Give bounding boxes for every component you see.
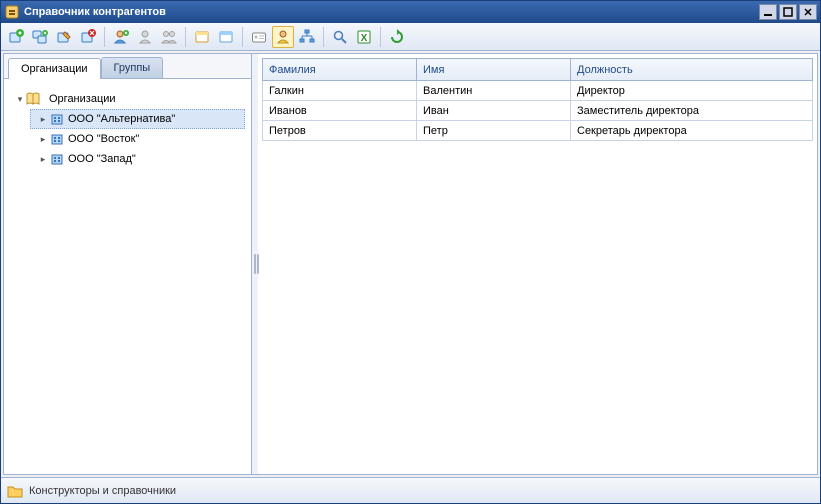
tree-root[interactable]: ▾ Организации [10,89,245,109]
toolbar-separator [323,27,324,47]
col-firstname[interactable]: Имя [417,59,571,81]
footer-label[interactable]: Конструкторы и справочники [29,485,176,497]
chevron-right-icon[interactable]: ▸ [37,153,49,165]
chevron-right-icon[interactable]: ▸ [37,133,49,145]
cell-lastname: Петров [263,121,417,141]
svg-text:X: X [361,33,368,44]
grid-header-row: Фамилия Имя Должность [263,59,813,81]
cell-position: Секретарь директора [571,121,813,141]
tabs: Организации Группы [4,54,251,79]
book-icon [26,91,42,107]
card-view2-button[interactable] [215,26,237,48]
tree-item-label: ООО "Запад" [68,153,136,165]
minimize-button[interactable] [759,4,777,20]
cell-firstname: Иван [417,101,571,121]
close-button[interactable] [799,4,817,20]
cell-position: Заместитель директора [571,101,813,121]
export-excel-button[interactable]: X [353,26,375,48]
titlebar: Справочник контрагентов [1,1,820,23]
cell-firstname: Валентин [417,81,571,101]
table-row[interactable]: Петров Петр Секретарь директора [263,121,813,141]
window-controls [759,4,817,20]
tree-item[interactable]: ▸ ООО "Запад" [30,149,245,169]
add-sub-org-button[interactable] [29,26,51,48]
contacts-grid: Фамилия Имя Должность Галкин Валентин Ди… [262,58,813,141]
toolbar-separator [185,27,186,47]
search-button[interactable] [329,26,351,48]
chevron-right-icon[interactable]: ▸ [37,113,49,125]
user-button[interactable] [134,26,156,48]
tree-item-label: ООО "Восток" [68,133,139,145]
col-lastname[interactable]: Фамилия [263,59,417,81]
toolbar-separator [242,27,243,47]
add-contact-button[interactable] [110,26,132,48]
tree-item[interactable]: ▸ ООО "Восток" [30,129,245,149]
highlight-contact-button[interactable] [272,26,294,48]
toolbar-separator [104,27,105,47]
left-pane: Организации Группы ▾ Организации ▸ ООО "… [4,54,252,474]
org-chart-button[interactable] [296,26,318,48]
add-org-button[interactable] [5,26,27,48]
table-row[interactable]: Иванов Иван Заместитель директора [263,101,813,121]
tab-groups[interactable]: Группы [101,57,164,78]
toolbar: X [1,23,820,51]
card-view1-button[interactable] [191,26,213,48]
col-position[interactable]: Должность [571,59,813,81]
tab-organizations[interactable]: Организации [8,58,101,79]
toolbar-separator [380,27,381,47]
tree-children: ▸ ООО "Альтернатива" ▸ ООО "Восток" ▸ ОО… [10,109,245,169]
chevron-down-icon[interactable]: ▾ [14,93,26,105]
org-icon [49,131,65,147]
refresh-button[interactable] [386,26,408,48]
cell-position: Директор [571,81,813,101]
org-icon [49,151,65,167]
footer: Конструкторы и справочники [1,477,820,503]
app-icon [4,4,20,20]
window: Справочник контрагентов X Орг [0,0,821,504]
cell-firstname: Петр [417,121,571,141]
tree-view: ▾ Организации ▸ ООО "Альтернатива" ▸ [4,79,251,474]
tree-item-label: ООО "Альтернатива" [68,113,175,125]
delete-org-button[interactable] [77,26,99,48]
window-title: Справочник контрагентов [24,6,759,18]
folder-icon [7,484,23,498]
right-pane: Фамилия Имя Должность Галкин Валентин Ди… [258,54,817,474]
group-button[interactable] [158,26,180,48]
edit-org-button[interactable] [53,26,75,48]
id-card-button[interactable] [248,26,270,48]
maximize-button[interactable] [779,4,797,20]
content-area: Организации Группы ▾ Организации ▸ ООО "… [3,53,818,475]
cell-lastname: Иванов [263,101,417,121]
tree-root-label: Организации [45,91,120,107]
cell-lastname: Галкин [263,81,417,101]
tree-item[interactable]: ▸ ООО "Альтернатива" [30,109,245,129]
org-icon [49,111,65,127]
table-row[interactable]: Галкин Валентин Директор [263,81,813,101]
